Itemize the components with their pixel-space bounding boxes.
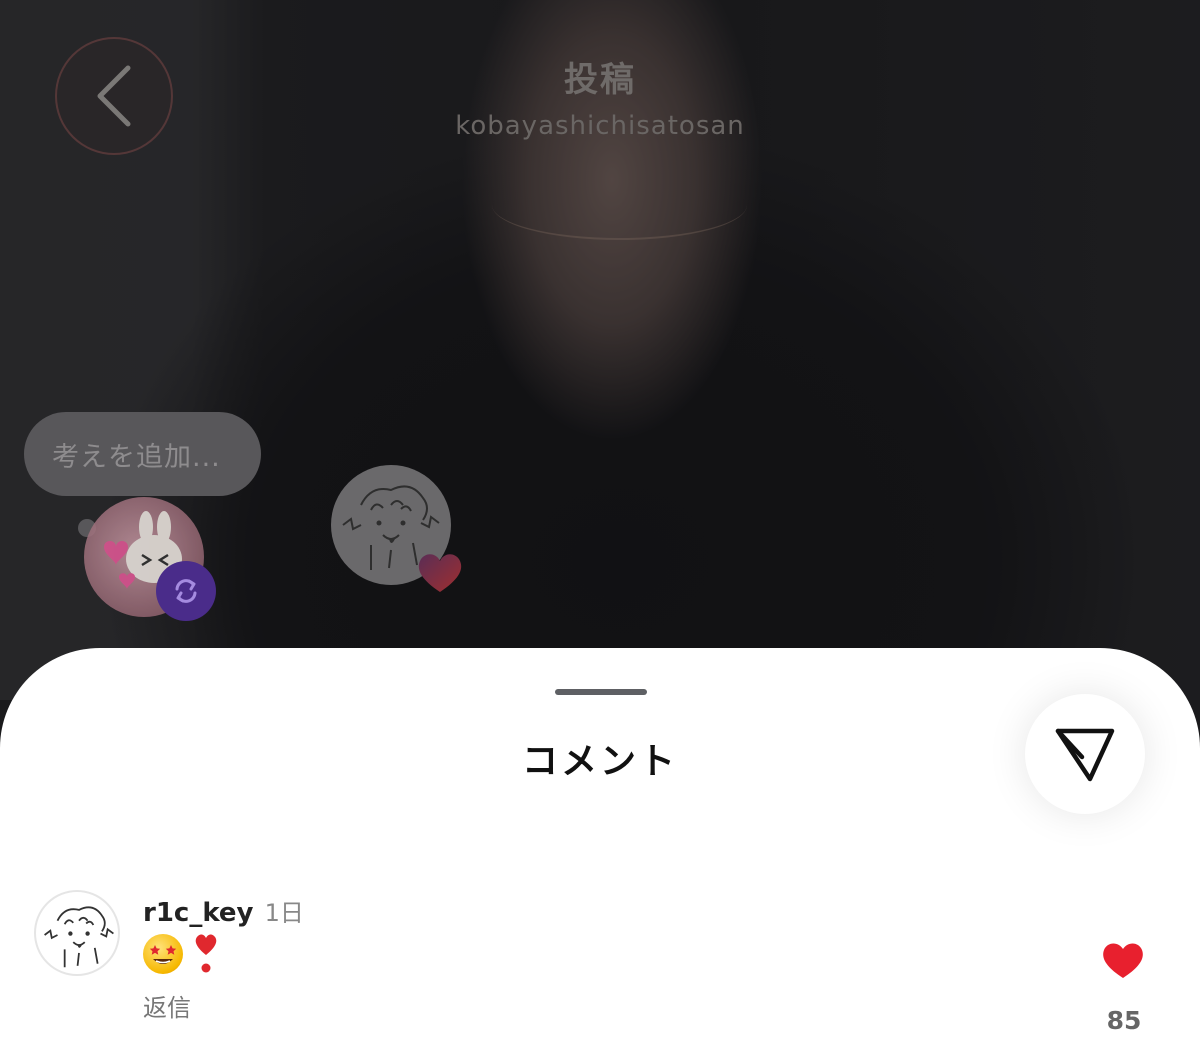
post-header: 投稿 kobayashichisatosan — [400, 52, 800, 141]
share-button[interactable] — [1025, 694, 1145, 814]
like-heart-icon[interactable] — [1101, 940, 1145, 980]
sketch-character-icon — [44, 906, 114, 968]
comment-username[interactable]: r1c_key — [143, 898, 254, 928]
back-button[interactable] — [55, 37, 173, 155]
reply-button[interactable]: 返信 — [143, 988, 191, 1023]
add-thought-bubble[interactable]: 考えを追加... — [24, 412, 261, 496]
repost-badge — [156, 561, 216, 621]
comment-timestamp: 1日 — [264, 899, 304, 927]
comment-header: r1c_key 1日 — [143, 893, 304, 928]
repost-icon — [175, 579, 197, 603]
comment-text — [143, 932, 219, 976]
sheet-grabber-handle[interactable] — [555, 689, 647, 695]
sheet-title: コメント — [521, 741, 678, 782]
star-struck-emoji-icon — [143, 934, 183, 974]
commenter-avatar[interactable] — [34, 890, 120, 976]
necklace-detail — [492, 170, 747, 240]
red-exclamation-heart-icon — [195, 934, 217, 973]
like-count: 85 — [1106, 1006, 1142, 1035]
header-username[interactable]: kobayashichisatosan — [400, 111, 800, 141]
heart-reaction-icon — [418, 554, 462, 592]
page-title: 投稿 — [564, 60, 636, 100]
comments-sheet: コメント r1c_key 1日 返信 85 — [0, 648, 1200, 1051]
paper-plane-icon — [1055, 728, 1115, 782]
chevron-left-icon — [97, 65, 131, 127]
add-thought-placeholder: 考えを追加... — [52, 441, 221, 473]
